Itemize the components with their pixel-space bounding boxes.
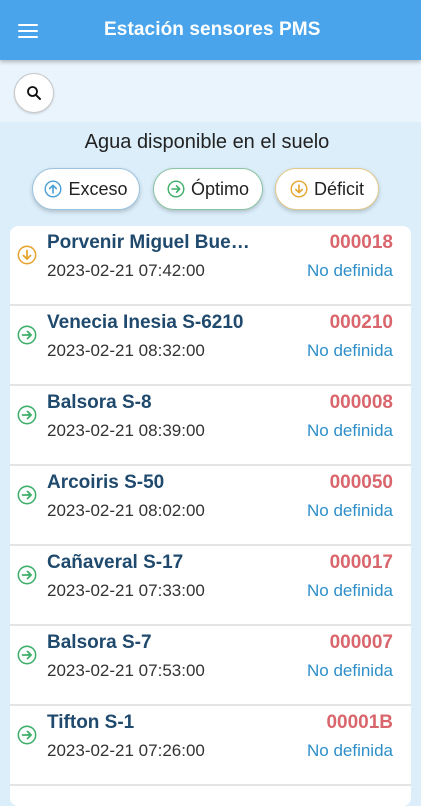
app-title: Estación sensores PMS	[104, 19, 321, 40]
station-state: No definida	[306, 661, 393, 680]
station-code: 000017	[329, 552, 393, 573]
filter-exceso-chip[interactable]: Exceso	[32, 168, 140, 210]
list-item[interactable]: Porvenir Miguel Bue… 2023-02-21 07:42:00…	[10, 226, 411, 306]
station-datetime: 2023-02-21 08:32:00	[47, 341, 205, 360]
filter-deficit-label: Déficit	[313, 178, 364, 199]
station-list: Porvenir Miguel Bue… 2023-02-21 07:42:00…	[10, 226, 411, 806]
list-item[interactable]: Balsora S-8 2023-02-21 08:39:00 000008 N…	[10, 386, 411, 466]
station-name: Venecia Inesia S-6210	[47, 312, 244, 333]
list-item[interactable]: Balsora S-7 2023-02-21 07:53:00 000007 N…	[10, 626, 411, 706]
station-name: Tifton S-1	[47, 712, 135, 733]
filter-optimo-chip[interactable]: Óptimo	[153, 168, 263, 210]
station-datetime: 2023-02-21 08:39:00	[47, 421, 205, 440]
station-name: Porvenir Miguel Bue…	[47, 232, 250, 253]
station-code: 000210	[329, 312, 393, 333]
station-datetime: 2023-02-21 07:42:00	[47, 261, 205, 280]
list-item[interactable]: Cañaveral S-17 2023-02-21 07:33:00 00001…	[10, 546, 411, 626]
arrow-right-circle-icon	[17, 725, 37, 745]
search-button[interactable]	[14, 73, 54, 113]
list-item[interactable]: Venecia Inesia S-6210 2023-02-21 08:32:0…	[10, 306, 411, 386]
station-state: No definida	[306, 261, 393, 280]
filter-deficit-chip[interactable]: Déficit	[275, 168, 379, 210]
station-name: Arcoiris S-50	[47, 472, 165, 493]
arrow-right-circle-icon	[167, 180, 185, 198]
station-datetime: 2023-02-21 08:02:00	[47, 501, 205, 520]
arrow-up-circle-icon	[44, 180, 62, 198]
filter-chips: Exceso Óptimo Déficit	[0, 168, 421, 214]
station-code: 000008	[329, 392, 393, 413]
list-item[interactable]: Arcoiris S-50 2023-02-21 08:02:00 000050…	[10, 466, 411, 546]
station-code: 000018	[329, 232, 393, 253]
station-name: Balsora S-7	[47, 632, 152, 653]
station-code: 000007	[329, 632, 393, 653]
arrow-right-circle-icon	[17, 565, 37, 585]
station-state: No definida	[306, 501, 393, 520]
arrow-right-circle-icon	[17, 485, 37, 505]
station-code: 00001B	[326, 712, 393, 733]
station-datetime: 2023-02-21 07:33:00	[47, 581, 205, 600]
station-state: No definida	[306, 421, 393, 440]
station-name: Balsora S-8	[47, 392, 152, 413]
list-item[interactable]: Tifton S-1 2023-02-21 07:26:00 00001B No…	[10, 706, 411, 786]
station-state: No definida	[306, 741, 393, 760]
arrow-right-circle-icon	[17, 405, 37, 425]
search-icon	[27, 86, 41, 100]
arrow-down-circle-icon	[290, 180, 308, 198]
filter-exceso-label: Exceso	[68, 178, 128, 199]
station-datetime: 2023-02-21 07:53:00	[47, 661, 205, 680]
arrow-right-circle-icon	[17, 325, 37, 345]
station-state: No definida	[306, 581, 393, 600]
arrow-down-circle-icon	[17, 245, 37, 265]
station-code: 000050	[329, 472, 393, 493]
search-bar-area	[0, 60, 421, 122]
menu-icon[interactable]	[10, 13, 46, 49]
section-title: Agua disponible en el suelo	[84, 131, 330, 153]
station-state: No definida	[306, 341, 393, 360]
station-name: Cañaveral S-17	[47, 552, 184, 573]
station-datetime: 2023-02-21 07:26:00	[47, 741, 205, 760]
arrow-right-circle-icon	[17, 645, 37, 665]
filter-optimo-label: Óptimo	[190, 178, 250, 199]
app-bar: Estación sensores PMS	[0, 0, 421, 60]
